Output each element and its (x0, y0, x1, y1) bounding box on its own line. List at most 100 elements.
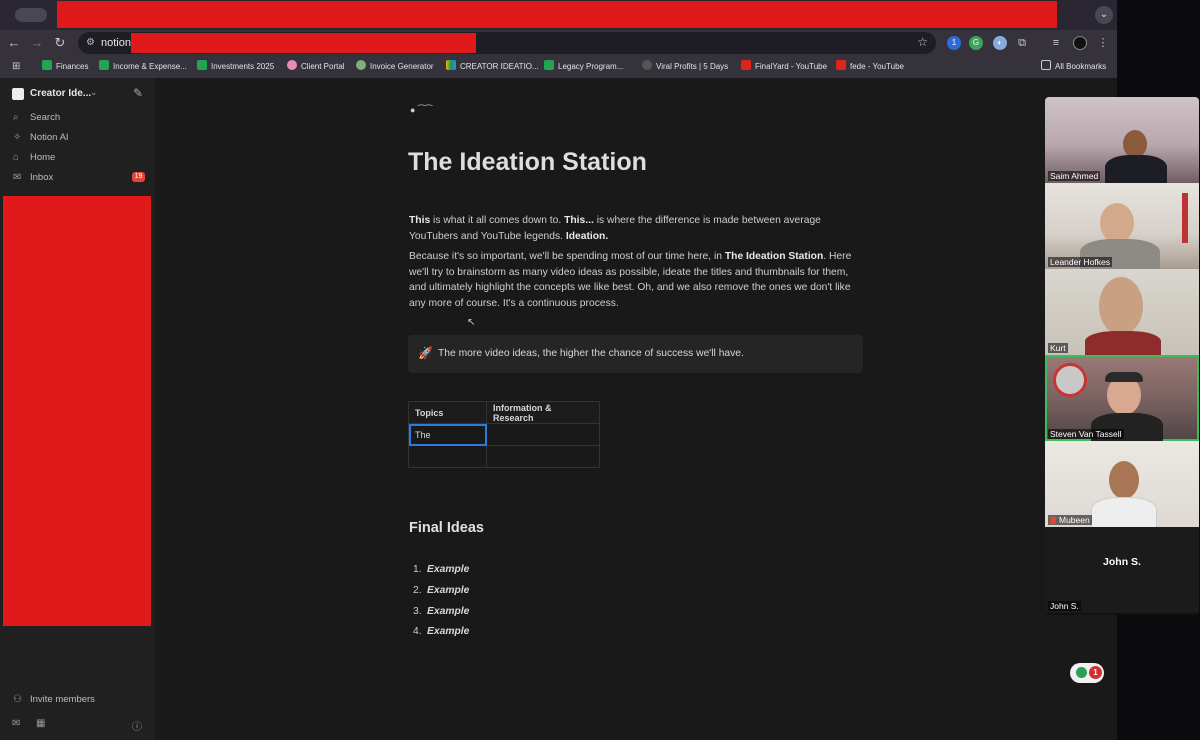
notion-sidebar: Creator Ide... ⌄ ✎ ⌕ Search ✧ Notion AI ⌂ H… (0, 78, 155, 740)
extension-icon[interactable]: ◐ (993, 36, 1007, 50)
address-bar[interactable]: ⚙ notion. ☆ (78, 32, 936, 54)
redacted-tabs (57, 1, 1057, 28)
final-ideas-list: 1. Example 2. Example 3. Example 4. Example (413, 564, 469, 647)
brain-icon (287, 60, 297, 70)
toolbar: ← → ↻ ⚙ notion. ☆ 1 G ◐ ⧉ ≡ ⋮ (0, 30, 1117, 56)
bookmark-legacy-program[interactable]: Legacy Program... (544, 60, 623, 74)
table-cell[interactable] (486, 445, 600, 468)
workspace-name[interactable]: Creator Ide... (30, 88, 91, 99)
bookmark-client-portal[interactable]: Client Portal (287, 60, 345, 74)
table-cell[interactable] (408, 445, 487, 468)
notification-pill[interactable]: 1 (1070, 663, 1104, 683)
wall-decor-image (1053, 363, 1087, 397)
mail-icon[interactable]: ✉ (12, 718, 20, 729)
table-row (408, 445, 600, 468)
redacted-url (131, 33, 476, 53)
topics-table: Topics Information & Research The (408, 401, 600, 468)
reading-list-icon[interactable]: ≡ (1049, 36, 1063, 50)
bookmark-invoice-generator[interactable]: Invoice Generator (356, 60, 434, 74)
page-emoji-icon[interactable]: ● ⁀⁀ (410, 105, 446, 119)
new-page-icon[interactable]: ✎ (133, 86, 143, 100)
participant-tile[interactable]: Leander Hofkes (1045, 183, 1199, 269)
calendar-icon[interactable]: ▦ (36, 718, 45, 729)
list-item[interactable]: 4. Example (413, 626, 469, 647)
all-bookmarks[interactable]: All Bookmarks (1041, 60, 1106, 74)
participant-name: Steven Van Tassell (1048, 429, 1124, 439)
participant-tile[interactable]: Mubeen (1045, 441, 1199, 527)
tab-group-pill[interactable] (15, 8, 47, 22)
site-info-icon[interactable]: ⚙ (86, 37, 98, 49)
participant-body (1085, 331, 1161, 355)
body-paragraph[interactable]: Because it's so important, we'll be spen… (409, 249, 864, 311)
help-icon[interactable]: ⓘ (132, 718, 142, 733)
folder-icon (1041, 60, 1051, 70)
password-manager-icon[interactable]: 1 (947, 36, 961, 50)
participant-name: Kurt (1048, 343, 1068, 353)
list-item[interactable]: 1. Example (413, 564, 469, 585)
bookmark-investments[interactable]: Investments 2025 (197, 60, 274, 74)
reload-icon[interactable]: ↻ (51, 34, 69, 52)
browser-window: ⌄ ← → ↻ ⚙ notion. ☆ 1 G ◐ ⧉ ≡ ⋮ ⊞ Financ… (0, 0, 1117, 740)
list-item[interactable]: 3. Example (413, 606, 469, 627)
table-header-cell[interactable]: Topics (408, 401, 487, 424)
bulb-icon (1076, 667, 1087, 678)
apps-grid-icon[interactable]: ⊞ (12, 60, 20, 74)
page-title[interactable]: The Ideation Station (408, 148, 647, 177)
tab-search-icon[interactable]: ⌄ (1095, 6, 1113, 24)
chevron-down-icon[interactable]: ⌄ (90, 87, 98, 98)
callout-block[interactable]: 🚀 The more video ideas, the higher the c… (408, 335, 863, 373)
youtube-icon (836, 60, 846, 70)
bookmark-creator-ideation[interactable]: CREATOR IDEATIO... (446, 60, 539, 74)
participant-face (1109, 461, 1139, 499)
participant-tile[interactable]: Saim Ahmed (1045, 97, 1199, 183)
notification-count: 1 (1089, 666, 1102, 679)
participant-name: Leander Hofkes (1048, 257, 1113, 267)
final-ideas-heading[interactable]: Final Ideas (409, 520, 484, 536)
notion-page: ● ⁀⁀ The Ideation Station This is what i… (155, 78, 1117, 740)
inbox-icon: ✉ (13, 172, 22, 183)
bookmark-finalyard-youtube[interactable]: FinalYard - YouTube (741, 60, 827, 74)
sheets-icon (42, 60, 52, 70)
sheets-icon (99, 60, 109, 70)
inbox-count-badge: 19 (132, 172, 145, 182)
fire-extinguisher-image (1182, 193, 1188, 243)
list-item[interactable]: 2. Example (413, 585, 469, 606)
bookmark-star-icon[interactable]: ☆ (917, 35, 928, 49)
home-icon: ⌂ (13, 152, 20, 163)
invite-members[interactable]: ⚇ Invite members (13, 693, 95, 707)
forward-icon[interactable]: → (28, 34, 46, 52)
sidebar-item-home[interactable]: ⌂ Home (13, 151, 55, 165)
sidebar-item-notion-ai[interactable]: ✧ Notion AI (13, 131, 69, 145)
ai-icon: ✧ (13, 132, 22, 143)
intro-paragraph[interactable]: This is what it all comes down to. This.… (409, 213, 864, 244)
bookmark-viral-profits[interactable]: Viral Profits | 5 Days (642, 60, 728, 74)
back-icon[interactable]: ← (5, 34, 23, 52)
extensions-puzzle-icon[interactable]: ⧉ (1015, 36, 1029, 50)
bookmark-finances[interactable]: Finances (42, 60, 88, 74)
participant-face (1099, 277, 1143, 335)
grammarly-icon[interactable]: G (969, 36, 983, 50)
table-cell[interactable]: The (408, 423, 487, 446)
table-header-cell[interactable]: Information & Research (486, 401, 600, 424)
bookmark-income-expense[interactable]: Income & Expense... (99, 60, 187, 74)
profile-avatar-icon[interactable] (1073, 36, 1087, 50)
menu-kebab-icon[interactable]: ⋮ (1096, 36, 1110, 50)
table-cell[interactable] (486, 423, 600, 446)
video-call-panel: Saim Ahmed Leander Hofkes Kurt Steven Va… (1045, 97, 1199, 615)
sidebar-item-search[interactable]: ⌕ Search (13, 111, 60, 125)
participant-tile[interactable]: Kurt (1045, 269, 1199, 355)
bookmark-fede-youtube[interactable]: fede - YouTube (836, 60, 904, 74)
workspace-icon (12, 88, 24, 100)
bookmarks-bar: ⊞ Finances Income & Expense... Investmen… (0, 56, 1117, 78)
participant-name: Mubeen (1048, 515, 1092, 525)
participant-name: John S. (1048, 601, 1081, 611)
participant-name: Saim Ahmed (1048, 171, 1101, 181)
sidebar-item-inbox[interactable]: ✉ Inbox (13, 171, 53, 185)
drive-icon (446, 60, 456, 70)
participant-tile[interactable]: John S. John S. (1045, 527, 1199, 613)
search-icon: ⌕ (13, 112, 19, 123)
participant-tile[interactable]: Steven Van Tassell (1045, 355, 1199, 441)
person-add-icon: ⚇ (13, 694, 22, 705)
participant-face (1123, 130, 1147, 158)
globe-icon (642, 60, 652, 70)
